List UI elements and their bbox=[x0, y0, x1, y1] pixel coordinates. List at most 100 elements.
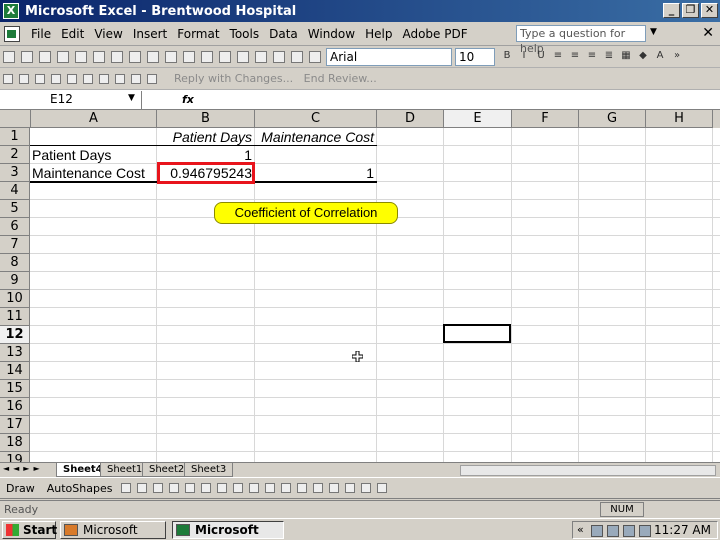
merge-center-icon[interactable]: ≣ bbox=[602, 49, 616, 63]
email-icon[interactable] bbox=[75, 50, 87, 63]
volume-icon[interactable] bbox=[607, 525, 619, 537]
name-box-dropdown-icon[interactable]: ▼ bbox=[128, 93, 135, 103]
autosum-icon[interactable] bbox=[273, 50, 285, 63]
menu-view[interactable]: View bbox=[89, 27, 127, 41]
tray-expand-icon[interactable]: « bbox=[577, 523, 584, 536]
taskbar-excel[interactable]: Microsoft E... bbox=[172, 521, 284, 540]
restore-button[interactable]: ❐ bbox=[682, 3, 699, 18]
excel-app-icon[interactable]: X bbox=[3, 3, 19, 19]
column-header-g[interactable]: G bbox=[579, 110, 646, 128]
row-header-6[interactable]: 6 bbox=[0, 218, 30, 236]
review-icon-6[interactable] bbox=[83, 73, 93, 84]
review-icon-1[interactable] bbox=[3, 73, 13, 84]
review-icon-10[interactable] bbox=[147, 73, 157, 84]
undo-icon[interactable] bbox=[237, 50, 249, 63]
help-dropdown-arrow-icon[interactable]: ▼ bbox=[650, 27, 657, 37]
research-icon[interactable] bbox=[147, 50, 159, 63]
menu-help[interactable]: Help bbox=[360, 27, 397, 41]
line-color-icon[interactable] bbox=[281, 483, 292, 493]
column-header-h[interactable]: H bbox=[646, 110, 713, 128]
align-left-icon[interactable]: ≡ bbox=[551, 49, 565, 63]
end-review-button[interactable]: End Review... bbox=[304, 72, 377, 85]
row-header-16[interactable]: 16 bbox=[0, 398, 30, 416]
row-header-15[interactable]: 15 bbox=[0, 380, 30, 398]
column-header-a[interactable]: A bbox=[31, 110, 157, 128]
cell-a2[interactable]: Patient Days bbox=[30, 146, 156, 164]
network-icon[interactable] bbox=[591, 525, 603, 537]
autoshapes-menu-button[interactable]: AutoShapes bbox=[47, 482, 113, 495]
security-icon[interactable] bbox=[623, 525, 635, 537]
permission-icon[interactable] bbox=[57, 50, 69, 63]
row-header-2[interactable]: 2 bbox=[0, 146, 30, 164]
draw-menu-button[interactable]: Draw bbox=[6, 482, 35, 495]
cell-a3[interactable]: Maintenance Cost bbox=[30, 164, 156, 182]
print-preview-icon[interactable] bbox=[111, 50, 123, 63]
cell-c1[interactable]: Maintenance Cost bbox=[255, 128, 377, 146]
line-style-icon[interactable] bbox=[313, 483, 324, 493]
textbox-icon[interactable] bbox=[185, 483, 196, 493]
active-cell-e12[interactable] bbox=[443, 324, 511, 343]
arrow-style-icon[interactable] bbox=[345, 483, 356, 493]
row-header-19[interactable]: 19 bbox=[0, 452, 30, 462]
review-icon-7[interactable] bbox=[99, 73, 109, 84]
menu-edit[interactable]: Edit bbox=[56, 27, 89, 41]
reply-with-changes-button[interactable]: Reply with Changes... bbox=[174, 72, 293, 85]
review-icon-9[interactable] bbox=[131, 73, 141, 84]
font-name-select[interactable]: Arial bbox=[326, 48, 452, 66]
fill-color-icon[interactable]: ◆ bbox=[636, 49, 650, 63]
font-size-select[interactable]: 10 bbox=[455, 48, 495, 66]
open-icon[interactable] bbox=[21, 50, 33, 63]
menu-data[interactable]: Data bbox=[264, 27, 303, 41]
italic-icon[interactable]: I bbox=[517, 49, 531, 63]
clipart-icon[interactable] bbox=[233, 483, 244, 493]
shadow-icon[interactable] bbox=[361, 483, 372, 493]
name-box[interactable]: E12 bbox=[0, 91, 142, 109]
wordart-icon[interactable] bbox=[201, 483, 212, 493]
align-right-icon[interactable]: ≡ bbox=[585, 49, 599, 63]
hyperlink-icon[interactable] bbox=[255, 50, 267, 63]
review-icon-5[interactable] bbox=[67, 73, 77, 84]
cell-c3[interactable]: 1 bbox=[255, 164, 377, 182]
picture-icon[interactable] bbox=[249, 483, 260, 493]
row-header-10[interactable]: 10 bbox=[0, 290, 30, 308]
sort-ascending-icon[interactable] bbox=[291, 50, 303, 63]
review-icon-3[interactable] bbox=[35, 73, 45, 84]
menu-tools[interactable]: Tools bbox=[225, 27, 265, 41]
row-header-8[interactable]: 8 bbox=[0, 254, 30, 272]
review-icon-8[interactable] bbox=[115, 73, 125, 84]
fill-color-draw-icon[interactable] bbox=[265, 483, 276, 493]
copy-icon[interactable] bbox=[183, 50, 195, 63]
taskbar-powerpoint[interactable]: Microsoft Po... bbox=[60, 521, 166, 540]
worksheet-grid[interactable]: A B C D E F G H 1 2 3 4 5 6 7 8 9 10 11 … bbox=[0, 110, 720, 462]
row-header-18[interactable]: 18 bbox=[0, 434, 30, 452]
row-header-5[interactable]: 5 bbox=[0, 200, 30, 218]
3d-icon[interactable] bbox=[377, 483, 388, 493]
print-icon[interactable] bbox=[93, 50, 105, 63]
row-header-14[interactable]: 14 bbox=[0, 362, 30, 380]
spelling-icon[interactable] bbox=[129, 50, 141, 63]
cut-icon[interactable] bbox=[165, 50, 177, 63]
column-header-b[interactable]: B bbox=[157, 110, 255, 128]
row-header-11[interactable]: 11 bbox=[0, 308, 30, 326]
row-header-3[interactable]: 3 bbox=[0, 164, 30, 182]
chart-wizard-icon[interactable] bbox=[309, 50, 321, 63]
column-header-c[interactable]: C bbox=[255, 110, 377, 128]
workbook-close-icon[interactable]: ✕ bbox=[702, 25, 714, 41]
menu-window[interactable]: Window bbox=[303, 27, 360, 41]
update-icon[interactable] bbox=[639, 525, 651, 537]
align-center-icon[interactable]: ≡ bbox=[568, 49, 582, 63]
row-header-9[interactable]: 9 bbox=[0, 272, 30, 290]
bold-icon[interactable]: B bbox=[500, 49, 514, 63]
format-painter-icon[interactable] bbox=[219, 50, 231, 63]
row-header-7[interactable]: 7 bbox=[0, 236, 30, 254]
row-header-13[interactable]: 13 bbox=[0, 344, 30, 362]
cell-b1[interactable]: Patient Days bbox=[157, 128, 255, 146]
column-header-e[interactable]: E bbox=[444, 110, 512, 128]
start-button[interactable]: Start bbox=[2, 521, 57, 539]
borders-icon[interactable]: ▦ bbox=[619, 49, 633, 63]
close-button[interactable]: ✕ bbox=[701, 3, 718, 18]
help-search-input[interactable]: Type a question for help bbox=[516, 25, 646, 55]
oval-icon[interactable] bbox=[169, 483, 180, 493]
paste-icon[interactable] bbox=[201, 50, 213, 63]
minimize-button[interactable]: _ bbox=[663, 3, 680, 18]
